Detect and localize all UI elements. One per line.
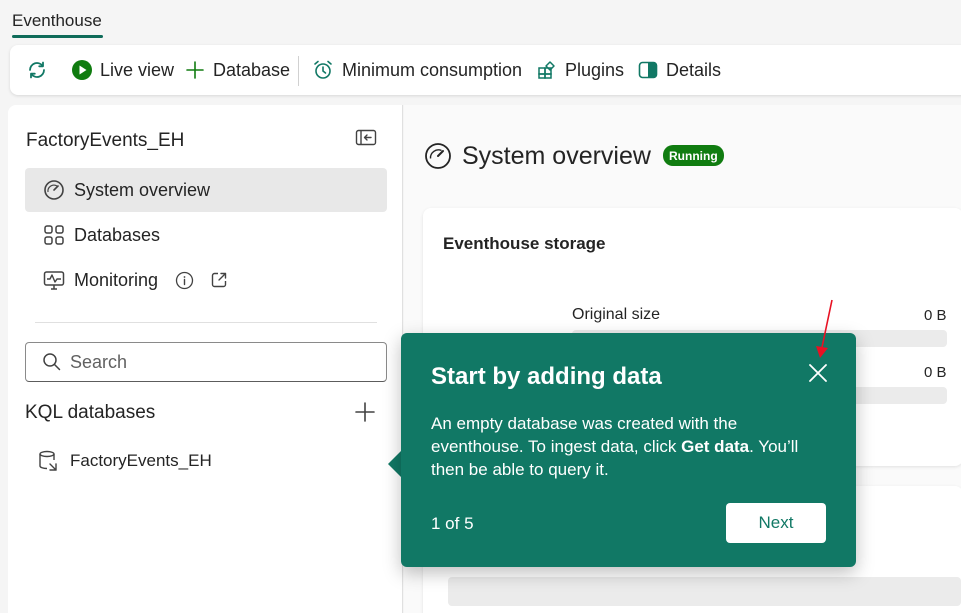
sidebar-divider xyxy=(35,322,377,323)
next-button[interactable]: Next xyxy=(726,503,826,543)
nav-label: Monitoring xyxy=(74,269,159,290)
step-counter: 1 of 5 xyxy=(431,514,474,533)
monitor-icon xyxy=(43,269,65,291)
open-external-icon[interactable] xyxy=(210,271,228,289)
panel-icon xyxy=(638,60,658,80)
search-icon xyxy=(42,352,62,372)
tab-selected-indicator xyxy=(12,35,103,38)
popover-body: An empty database was created with the e… xyxy=(431,412,831,481)
add-kql-database-icon[interactable] xyxy=(354,401,376,423)
play-icon xyxy=(72,60,92,80)
nav-monitoring[interactable]: Monitoring xyxy=(25,258,387,302)
kql-databases-header: KQL databases xyxy=(25,402,156,423)
database-label: Database xyxy=(213,59,291,80)
storage-card-title: Eventhouse storage xyxy=(443,234,606,253)
original-size-label: Original size xyxy=(572,306,661,323)
original-size-value: 0 B xyxy=(924,307,947,324)
get-data-emphasis: Get data xyxy=(681,437,750,456)
database-item[interactable]: FactoryEvents_EH xyxy=(38,450,212,472)
plugins-button[interactable]: Plugins xyxy=(537,45,624,95)
nav-label: System overview xyxy=(74,179,211,200)
collapse-pane-icon[interactable] xyxy=(355,128,377,148)
storage-detail-bar xyxy=(448,577,961,606)
popover-title: Start by adding data xyxy=(431,363,662,390)
database-label: FactoryEvents_EH xyxy=(70,451,212,470)
grid-icon xyxy=(43,224,65,246)
close-icon[interactable] xyxy=(808,363,828,383)
search-input[interactable] xyxy=(70,351,360,373)
minimum-consumption-button[interactable]: Minimum consumption xyxy=(312,45,522,95)
toolbar-divider xyxy=(298,56,299,86)
refresh-button[interactable] xyxy=(26,45,48,95)
toolbar: Live view Database Minimum consumption P… xyxy=(10,45,961,95)
add-database-button[interactable]: Database xyxy=(185,45,290,95)
annotation-arrow-icon xyxy=(812,298,836,362)
nav-label: Databases xyxy=(74,224,161,245)
live-view-button[interactable]: Live view xyxy=(72,45,174,95)
gauge-icon xyxy=(43,179,65,201)
eventhouse-name: FactoryEvents_EH xyxy=(26,130,185,151)
minimum-consumption-label: Minimum consumption xyxy=(342,59,523,80)
nav-system-overview[interactable]: System overview xyxy=(25,168,387,212)
details-label: Details xyxy=(666,59,722,80)
plus-icon xyxy=(185,60,205,80)
details-button[interactable]: Details xyxy=(638,45,721,95)
refresh-icon xyxy=(26,59,48,81)
plugins-label: Plugins xyxy=(565,59,625,80)
database-icon xyxy=(38,450,59,472)
live-view-label: Live view xyxy=(100,59,175,80)
info-icon[interactable] xyxy=(175,271,194,290)
search-box[interactable] xyxy=(25,342,387,382)
puzzle-icon xyxy=(537,60,557,80)
gauge-icon xyxy=(424,142,452,170)
page-title: System overview xyxy=(462,142,651,170)
nav-databases[interactable]: Databases xyxy=(25,213,387,257)
status-badge: Running xyxy=(663,145,724,166)
compressed-size-value: 0 B xyxy=(924,364,947,381)
tab-eventhouse[interactable]: Eventhouse xyxy=(12,11,102,31)
alarm-clock-icon xyxy=(312,59,334,81)
popover-beak xyxy=(388,450,402,478)
